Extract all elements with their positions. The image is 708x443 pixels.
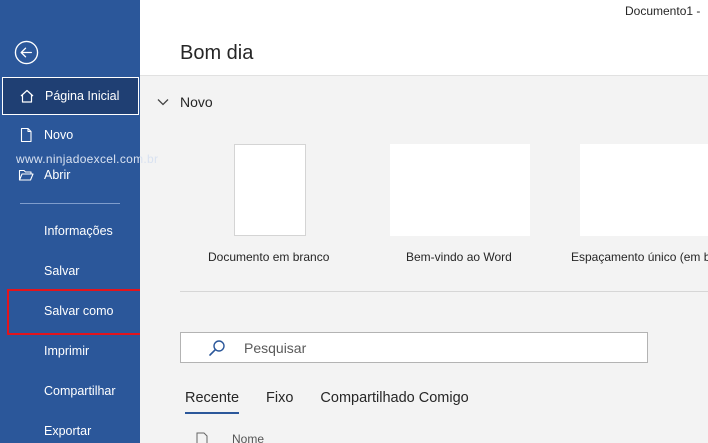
template-blank-document[interactable] bbox=[234, 144, 306, 236]
document-title: Documento1 - bbox=[625, 4, 701, 18]
sidebar-item-share[interactable]: Compartilhar bbox=[0, 373, 140, 409]
template-welcome-to-word[interactable] bbox=[390, 144, 530, 236]
page-greeting: Bom dia bbox=[180, 42, 254, 64]
new-document-icon bbox=[18, 127, 34, 143]
sidebar-item-save[interactable]: Salvar bbox=[0, 253, 140, 289]
sidebar-item-new[interactable]: Novo bbox=[0, 117, 140, 153]
tab-shared-with-me[interactable]: Compartilhado Comigo bbox=[320, 390, 468, 414]
chevron-down-icon bbox=[157, 99, 169, 106]
new-section-toggle[interactable]: Novo bbox=[156, 94, 213, 110]
new-section-title: Novo bbox=[180, 94, 213, 110]
backstage-sidebar: Página Inicial Novo Abrir Informações Sa… bbox=[0, 0, 140, 443]
open-folder-icon bbox=[18, 167, 34, 183]
sidebar-item-label: Exportar bbox=[44, 424, 92, 438]
search-box[interactable] bbox=[180, 332, 648, 363]
sidebar-item-label: Abrir bbox=[44, 168, 71, 182]
sidebar-item-label: Novo bbox=[44, 128, 74, 142]
sidebar-item-label: Compartilhar bbox=[44, 384, 116, 398]
section-divider bbox=[140, 75, 708, 76]
sidebar-item-print[interactable]: Imprimir bbox=[0, 333, 140, 369]
save-as-highlight-annotation bbox=[7, 289, 150, 335]
template-label: Bem-vindo ao Word bbox=[406, 250, 512, 264]
sidebar-item-export[interactable]: Exportar bbox=[0, 413, 140, 443]
file-icon bbox=[196, 432, 208, 443]
back-arrow-icon[interactable] bbox=[14, 40, 39, 65]
sidebar-item-home[interactable]: Página Inicial bbox=[2, 77, 139, 115]
template-single-spacing[interactable] bbox=[580, 144, 708, 236]
tab-recent[interactable]: Recente bbox=[185, 390, 240, 414]
sidebar-item-label: Imprimir bbox=[44, 344, 90, 358]
sidebar-item-label: Salvar bbox=[44, 264, 80, 278]
search-input[interactable] bbox=[244, 337, 634, 359]
templates-divider bbox=[180, 291, 708, 292]
template-label: Documento em branco bbox=[208, 250, 330, 264]
name-column-header[interactable]: Nome bbox=[232, 432, 264, 443]
file-tabs: Recente Fixo Compartilhado Comigo bbox=[185, 390, 496, 414]
sidebar-item-info[interactable]: Informações bbox=[0, 213, 140, 249]
tab-pinned[interactable]: Fixo bbox=[266, 390, 293, 414]
home-icon bbox=[19, 88, 35, 104]
sidebar-item-label: Página Inicial bbox=[45, 89, 120, 103]
search-icon bbox=[209, 340, 225, 356]
sidebar-divider bbox=[20, 203, 120, 204]
watermark-text: www.ninjadoexcel.com.br bbox=[16, 152, 159, 166]
template-label: Espaçamento único (em b bbox=[571, 250, 708, 264]
sidebar-item-label: Informações bbox=[44, 224, 113, 238]
file-list-header: Nome bbox=[196, 432, 264, 443]
